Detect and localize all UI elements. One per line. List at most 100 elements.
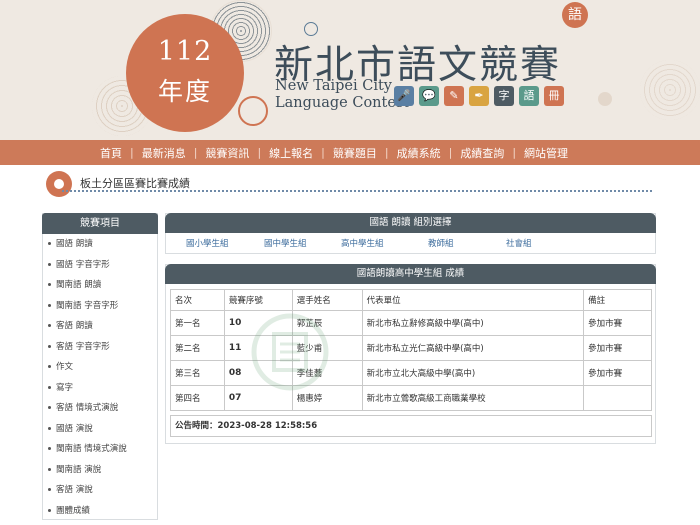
cell-note: 參加市賽 — [583, 360, 652, 386]
year-number: 112 — [157, 36, 213, 67]
announce-time: 2023-08-28 12:58:56 — [217, 421, 318, 431]
nav-separator: | — [384, 146, 389, 159]
cell-seq: 07 — [223, 385, 293, 411]
nav-item-5[interactable]: 成績系統 — [397, 145, 441, 161]
sidebar-item[interactable]: 客語 情境式演說 — [43, 398, 157, 419]
group-selector-heading: 國語 朗讀 組別選擇 — [165, 213, 656, 233]
results-table: 名次 競賽序號 選手姓名 代表單位 備註 第一名 10 郭芷辰 新北市私立辭修高級中學… — [170, 289, 652, 411]
sidebar-item-label: 閩南語 情境式演說 — [56, 444, 127, 454]
bullet-icon — [48, 467, 51, 471]
bullet-icon — [48, 508, 51, 512]
sidebar-item-label: 國語 字音字形 — [56, 259, 110, 270]
nav-item-6[interactable]: 成績查詢 — [460, 145, 504, 161]
cell-note: 參加市賽 — [583, 310, 652, 336]
subject-icons: 🎤 💬 ✎ ✒ 字語冊 — [394, 86, 564, 106]
sidebar-item[interactable]: 客語 演說 — [43, 480, 157, 501]
results-header-row: 名次 競賽序號 選手姓名 代表單位 備註 — [170, 289, 652, 311]
group-link[interactable]: 社會組 — [506, 237, 532, 249]
sidebar-item[interactable]: 國語 字音字形 — [43, 255, 157, 276]
sidebar-item[interactable]: 客語 朗讀 — [43, 316, 157, 337]
book-icon: 冊 — [544, 86, 564, 106]
nav-separator: | — [512, 146, 517, 159]
sidebar-item-label: 客語 演說 — [56, 485, 93, 495]
group-link[interactable]: 教師組 — [428, 237, 454, 249]
nav-separator: | — [193, 146, 198, 159]
cell-rank: 第一名 — [170, 310, 225, 336]
sidebar-heading: 競賽項目 — [42, 213, 158, 234]
speech-bubble-icon: 💬 — [419, 86, 439, 106]
banner: 112 年度 新北市語文競賽 New Taipei City Language … — [0, 0, 700, 140]
microphone-icon: 🎤 — [394, 86, 414, 106]
col-header-unit: 代表單位 — [361, 289, 585, 311]
group-selector-panel: 國語 朗讀 組別選擇 國小學生組 國中學生組 高中學生組 教師組 社會組 — [165, 213, 656, 254]
group-link[interactable]: 國小學生組 — [186, 237, 229, 249]
results-panel: 國語朗讀高中學生組 成績 名次 競賽序號 選手姓名 代表單位 備註 第一名 10 郭… — [165, 264, 656, 444]
cell-seq: 08 — [223, 360, 293, 386]
nav-item-1[interactable]: 最新消息 — [142, 145, 186, 161]
site-title-english: New Taipei City Language Contest — [275, 78, 409, 112]
sidebar-item-label: 國語 演說 — [56, 423, 93, 434]
bullet-icon — [48, 426, 51, 430]
cell-name: 李佳蕎 — [291, 360, 363, 386]
year-label: 年度 — [157, 77, 212, 106]
table-row: 第二名 11 藍少甫 新北市私立光仁高級中學(高中) 參加市賽 — [170, 335, 652, 361]
nav-item-7[interactable]: 網站管理 — [524, 145, 568, 161]
nav-item-0[interactable]: 首頁 — [100, 145, 122, 161]
sidebar-item-label: 閩南語 朗讀 — [56, 280, 102, 290]
cell-note — [583, 385, 652, 411]
bullet-icon — [48, 344, 51, 348]
nav-item-3[interactable]: 線上報名 — [269, 145, 313, 161]
results-heading: 國語朗讀高中學生組 成績 — [165, 264, 656, 284]
sidebar-item[interactable]: 閩南語 字音字形 — [43, 296, 157, 317]
sidebar-item[interactable]: 國語 朗讀 — [43, 234, 157, 255]
bullet-icon — [48, 406, 51, 409]
col-header-seq: 競賽序號 — [223, 289, 293, 311]
nav-item-4[interactable]: 競賽題目 — [333, 145, 377, 161]
sidebar-item-label: 客語 字音字形 — [56, 341, 110, 352]
table-row: 第三名 08 李佳蕎 新北市立北大高級中學(高中) 參加市賽 — [170, 360, 652, 386]
group-link[interactable]: 國中學生組 — [264, 237, 307, 249]
cell-note: 參加市賽 — [583, 335, 652, 361]
sidebar-item-label: 國語 朗讀 — [56, 239, 93, 249]
cell-name: 藍少甫 — [291, 335, 363, 361]
bullet-icon — [48, 242, 51, 245]
sidebar-item-label: 閩南語 字音字形 — [56, 300, 119, 311]
cell-seq: 10 — [223, 310, 293, 336]
announce-row: 公告時間：2023-08-28 12:58:56 — [170, 415, 652, 437]
col-header-note: 備註 — [583, 289, 652, 311]
nav-separator: | — [448, 146, 453, 159]
sidebar-item[interactable]: 閩南語 演說 — [43, 460, 157, 481]
year-badge: 112 年度 — [126, 14, 244, 132]
phonetic-icon: 字 — [494, 86, 514, 106]
cell-unit: 新北市立北大高級中學(高中) — [361, 360, 585, 386]
sidebar: 競賽項目 國語 朗讀國語 字音字形 閩南語 朗讀閩南語 字音字形客語 朗讀客語 字… — [42, 213, 158, 520]
bullet-icon — [48, 385, 51, 389]
cell-unit: 新北市私立辭修高級中學(高中) — [361, 310, 585, 336]
sidebar-item-label: 寫字 — [56, 382, 74, 393]
sidebar-item[interactable]: 閩南語 朗讀 — [43, 275, 157, 296]
cell-rank: 第三名 — [170, 360, 225, 386]
site-title-english-line2: Language Contest — [275, 95, 410, 111]
bullet-icon — [48, 283, 51, 286]
section-bullet-icon — [46, 171, 72, 197]
cell-rank: 第四名 — [170, 385, 225, 411]
bullet-icon — [48, 303, 51, 307]
bullet-icon — [48, 365, 51, 368]
sidebar-item[interactable]: 作文 — [43, 357, 157, 378]
nav-item-2[interactable]: 競賽資訊 — [205, 145, 249, 161]
nav-separator: | — [130, 146, 134, 159]
sidebar-item[interactable]: 國語 演說 — [43, 419, 157, 440]
nav-separator: | — [321, 146, 325, 159]
section-divider — [62, 190, 652, 192]
sidebar-item[interactable]: 寫字 — [43, 378, 157, 399]
sidebar-item[interactable]: 客語 字音字形 — [43, 337, 157, 358]
sidebar-item-label: 團體成績 — [56, 505, 91, 516]
sidebar-item[interactable]: 團體成績 — [43, 501, 157, 522]
group-link[interactable]: 高中學生組 — [341, 237, 384, 249]
sidebar-item[interactable]: 閩南語 情境式演說 — [43, 439, 157, 460]
main-nav: 首頁 | 最新消息 | 競賽資訊 | 線上報名 | 競賽題目 | 成績系統 | 成績查詢 | 網站管理 — [0, 140, 700, 165]
announce-label: 公告時間： — [175, 421, 218, 431]
logo-seal-icon: 語 — [562, 2, 588, 28]
sidebar-item-label: 閩南語 演說 — [56, 464, 102, 475]
pen-icon: ✒ — [469, 86, 489, 106]
